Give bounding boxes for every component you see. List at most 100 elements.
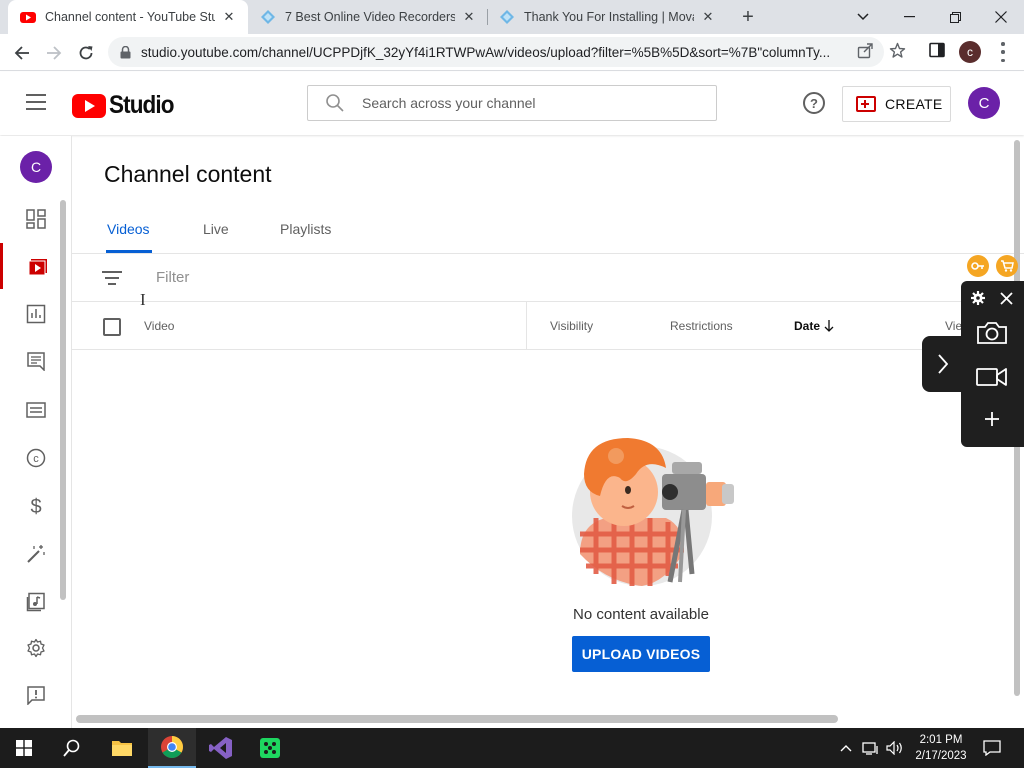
help-icon[interactable]: ? xyxy=(803,92,825,114)
empty-state-message: No content available xyxy=(573,606,709,623)
youtube-studio-logo[interactable]: Studio xyxy=(72,91,181,120)
no-content-illustration xyxy=(572,438,734,586)
create-video-icon xyxy=(856,96,876,112)
browser-toolbar: studio.youtube.com/channel/UCPPDjfK_32yY… xyxy=(0,34,1024,71)
sidebar-item-customization[interactable] xyxy=(0,531,72,577)
column-header-visibility: Visibility xyxy=(550,319,594,333)
start-button[interactable] xyxy=(0,728,48,768)
sidebar-item-content[interactable] xyxy=(0,243,72,289)
youtube-logo-icon xyxy=(72,93,106,118)
movavi-favicon-icon xyxy=(261,10,275,24)
close-icon xyxy=(995,11,1007,23)
taskbar-movavi[interactable] xyxy=(246,728,294,768)
browser-tab-title: Channel content - YouTube Studio xyxy=(45,10,215,24)
studio-logo-text: Studio xyxy=(109,91,174,119)
taskbar-search-button[interactable] xyxy=(48,728,96,768)
close-tab-icon[interactable]: ✕ xyxy=(700,9,716,25)
sidebar-item-dashboard[interactable] xyxy=(0,196,72,242)
account-avatar[interactable]: C xyxy=(968,87,1000,119)
content-tabs: Videos Live Playlists xyxy=(72,210,1024,254)
select-all-checkbox[interactable] xyxy=(103,318,121,336)
filter-input[interactable]: Filter xyxy=(156,269,189,286)
side-panel-icon[interactable] xyxy=(929,42,945,58)
tab-videos[interactable]: Videos xyxy=(107,221,150,237)
share-icon[interactable] xyxy=(857,42,874,59)
sidebar-item-send-feedback[interactable] xyxy=(0,672,72,718)
create-button-label: CREATE xyxy=(885,96,943,112)
movavi-record-video-icon[interactable] xyxy=(975,363,1009,389)
search-input[interactable] xyxy=(362,95,682,111)
sidebar-item-comments[interactable] xyxy=(0,338,72,384)
column-divider xyxy=(526,302,527,350)
content-icon xyxy=(28,259,47,276)
movavi-key-icon[interactable] xyxy=(967,255,989,277)
filter-icon[interactable] xyxy=(102,271,122,285)
bookmark-star-icon[interactable] xyxy=(889,42,906,59)
volume-tray-button[interactable] xyxy=(884,728,906,768)
active-tab-underline xyxy=(106,250,152,253)
sidebar-item-earn[interactable]: $ xyxy=(0,483,72,529)
sidebar-item-settings[interactable] xyxy=(0,625,72,671)
close-tab-icon[interactable]: ✕ xyxy=(221,9,237,25)
folder-icon xyxy=(112,741,132,756)
search-icon xyxy=(63,739,80,757)
forward-button[interactable] xyxy=(41,40,67,66)
chevron-up-icon xyxy=(840,745,852,752)
notification-icon xyxy=(983,740,1001,756)
movavi-cart-icon[interactable] xyxy=(996,255,1018,277)
visual-studio-icon xyxy=(209,737,232,759)
network-icon xyxy=(862,742,878,755)
close-tab-icon[interactable]: ✕ xyxy=(461,9,477,25)
channel-search[interactable] xyxy=(307,85,717,121)
new-tab-button[interactable]: + xyxy=(737,6,759,28)
notifications-button[interactable] xyxy=(980,728,1004,768)
create-button[interactable]: CREATE xyxy=(842,86,951,122)
sidebar-item-copyright[interactable]: c xyxy=(0,435,72,481)
search-icon xyxy=(326,94,344,112)
arrow-right-icon xyxy=(47,46,62,60)
left-nav-sidebar: C c $ xyxy=(0,136,72,728)
column-header-date[interactable]: Date xyxy=(794,319,820,333)
show-hidden-icons-button[interactable] xyxy=(838,728,854,768)
sidebar-item-subtitles[interactable] xyxy=(0,387,72,433)
back-button[interactable] xyxy=(9,40,35,66)
browser-tab-youtube-studio[interactable]: Channel content - YouTube Studio ✕ xyxy=(8,0,248,34)
sort-arrow-down-icon[interactable] xyxy=(824,320,834,332)
movavi-recorder-panel xyxy=(961,281,1024,447)
sidebar-item-analytics[interactable] xyxy=(0,291,72,337)
taskbar-chrome[interactable] xyxy=(148,728,196,768)
close-window-button[interactable] xyxy=(978,0,1024,34)
movavi-settings-gear-icon[interactable] xyxy=(970,290,986,306)
restore-window-button[interactable] xyxy=(932,0,978,34)
taskbar-clock[interactable]: 2:01 PM 2/17/2023 xyxy=(908,732,974,764)
tab-search-button[interactable] xyxy=(840,0,886,34)
minimize-icon xyxy=(903,16,915,18)
movavi-screenshot-camera-icon[interactable] xyxy=(975,319,1009,347)
windows-logo-icon xyxy=(16,740,32,756)
movavi-expand-tab[interactable] xyxy=(922,336,964,392)
browser-menu-button[interactable] xyxy=(1000,42,1006,62)
taskbar-visual-studio[interactable] xyxy=(197,728,245,768)
browser-tab-movavi-thanks[interactable]: Thank You For Installing | Movavi ✕ xyxy=(487,0,727,34)
column-header-video: Video xyxy=(144,319,175,333)
sidebar-item-audio-library[interactable] xyxy=(0,579,72,625)
minimize-window-button[interactable] xyxy=(886,0,932,34)
browser-tab-strip: Channel content - YouTube Studio ✕ 7 Bes… xyxy=(0,0,1024,34)
subtitles-icon xyxy=(26,402,46,418)
address-bar[interactable]: studio.youtube.com/channel/UCPPDjfK_32yY… xyxy=(108,37,884,67)
horizontal-scrollbar[interactable] xyxy=(76,715,838,723)
channel-avatar[interactable]: C xyxy=(20,151,52,183)
taskbar-file-explorer[interactable] xyxy=(98,728,146,768)
upload-videos-button[interactable]: UPLOAD VIDEOS xyxy=(572,636,710,672)
column-header-views: Vie xyxy=(945,319,963,333)
reload-button[interactable] xyxy=(73,40,99,66)
tab-live[interactable]: Live xyxy=(203,221,229,237)
browser-tab-video-recorders[interactable]: 7 Best Online Video Recorders [2 ✕ xyxy=(248,0,486,34)
feedback-icon xyxy=(27,686,45,705)
tab-playlists[interactable]: Playlists xyxy=(280,221,331,237)
movavi-add-icon[interactable] xyxy=(982,409,1002,429)
menu-hamburger-icon[interactable] xyxy=(26,94,46,110)
movavi-close-icon[interactable] xyxy=(998,290,1014,306)
browser-profile-avatar[interactable]: c xyxy=(959,41,981,63)
network-tray-button[interactable] xyxy=(860,728,882,768)
